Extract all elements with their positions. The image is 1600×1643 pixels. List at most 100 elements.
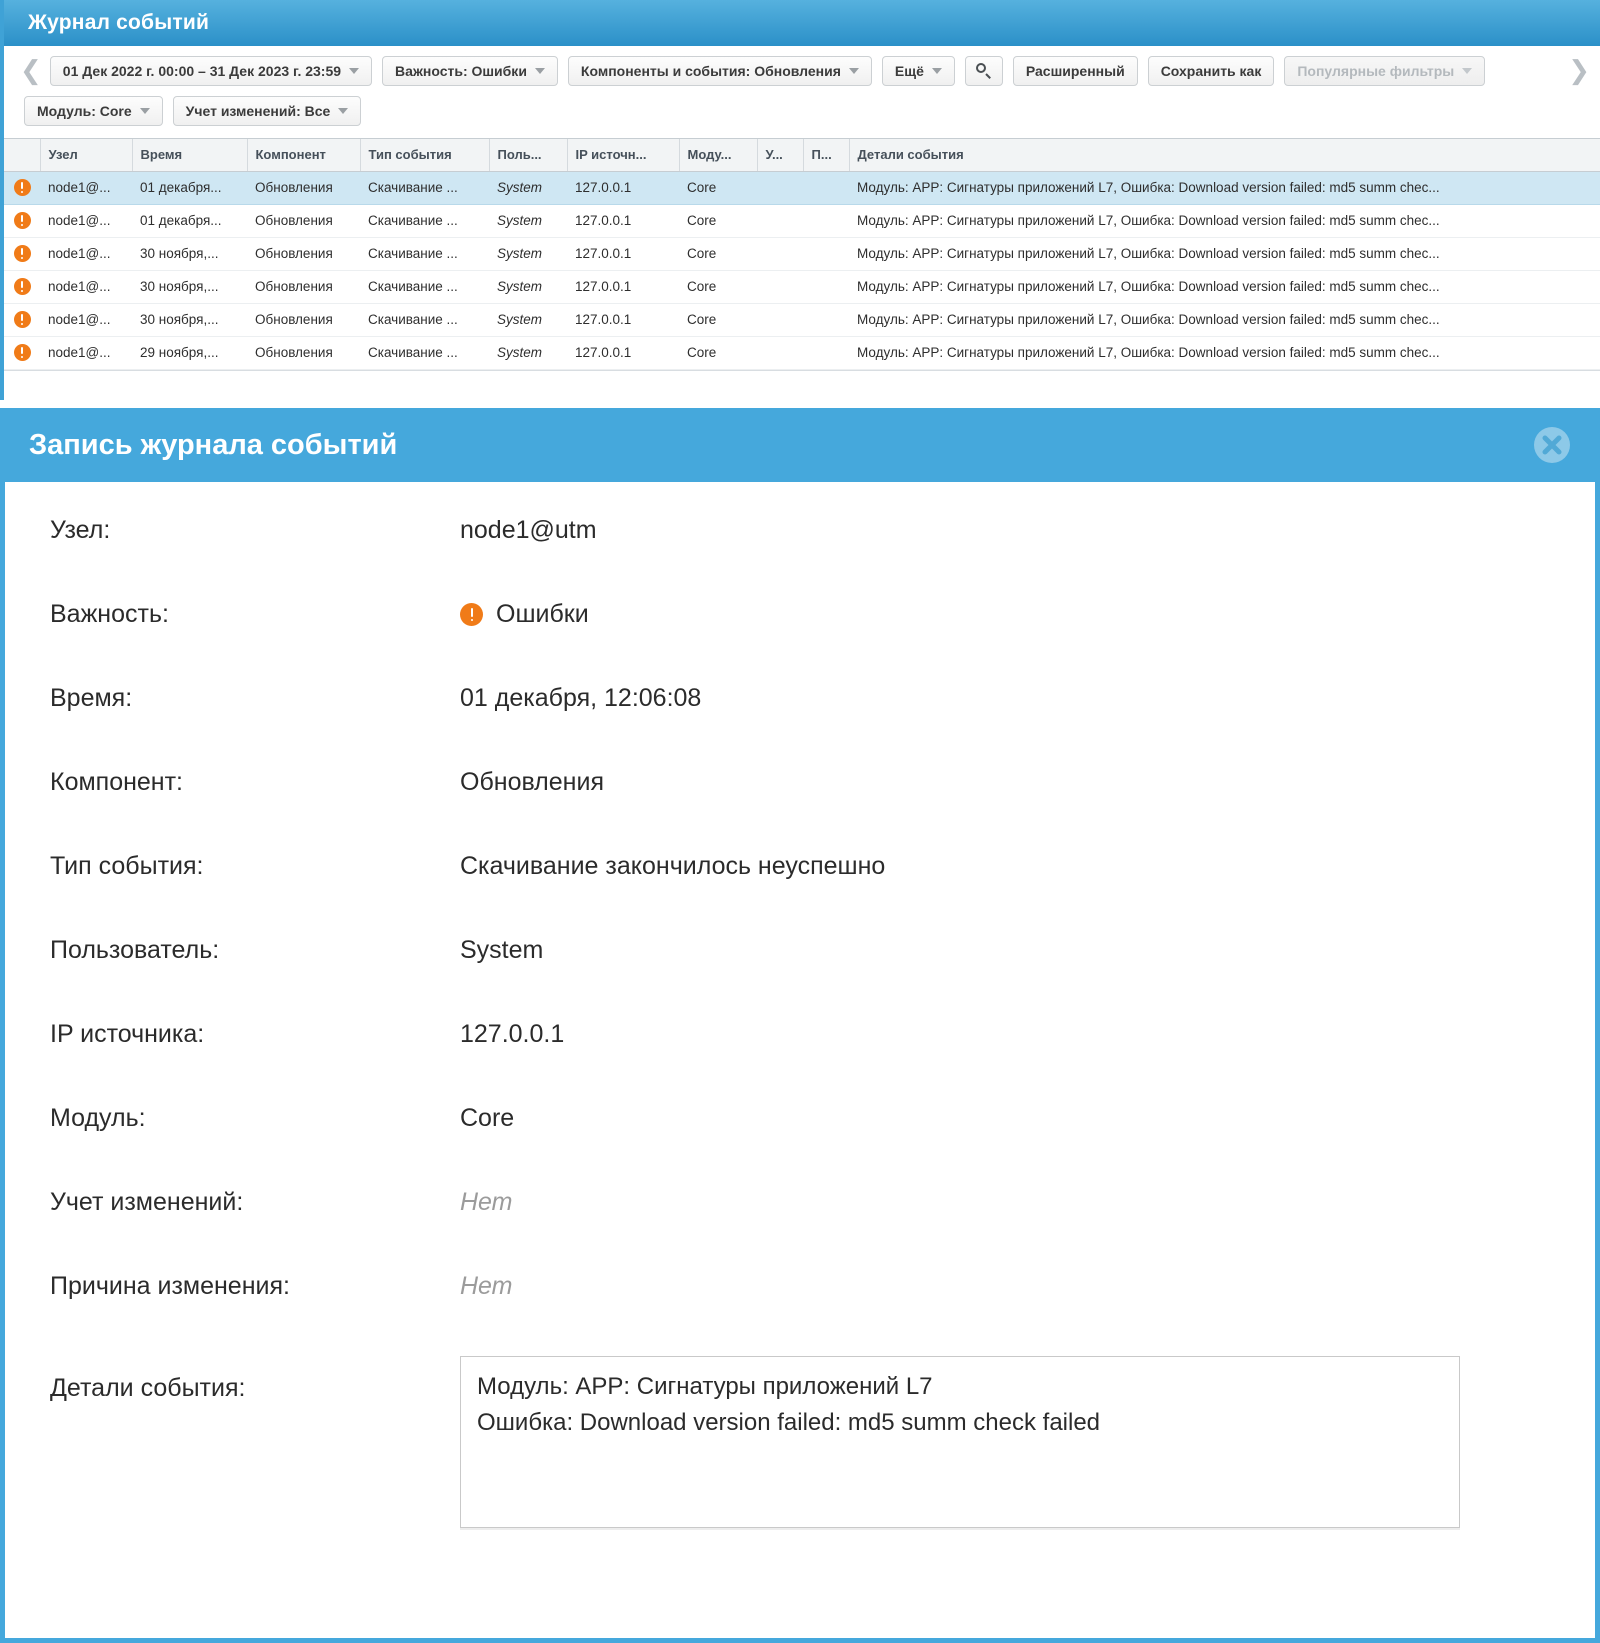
column-header-severity[interactable] [4, 139, 41, 172]
field-user-text: System [460, 936, 544, 964]
cell-reason [803, 336, 849, 370]
cell-reason [803, 303, 849, 337]
field-change-reason-text: Нет [460, 1272, 513, 1300]
cell-track [757, 204, 803, 238]
chevron-down-icon [534, 68, 545, 74]
field-change-tracking: Учет изменений: Нет [5, 1188, 1595, 1272]
cell-severity [4, 270, 40, 304]
event-log-grid: Узел Время Компонент Тип события Поль... IP и… [4, 138, 1600, 371]
search-button[interactable] [964, 56, 1003, 86]
table-row[interactable]: node1@... 29 ноября,... Обновления Скачиван… [4, 336, 1600, 370]
cell-ip: 127.0.0.1 [567, 303, 679, 337]
column-header-details[interactable]: Детали события [849, 139, 1600, 172]
field-time-text: 01 декабря, 12:06:08 [460, 684, 702, 712]
filter-components-events[interactable]: Компоненты и события: Обновления [567, 56, 872, 86]
close-circle-icon[interactable] [1533, 426, 1571, 464]
column-header-node[interactable]: Узел [40, 139, 133, 172]
cell-track [757, 303, 803, 337]
event-details-textbox[interactable]: Модуль: APP: Сигнатуры приложений L7 Оши… [460, 1356, 1460, 1528]
filter-severity[interactable]: Важность: Ошибки [382, 56, 558, 86]
cell-details: Модуль: APP: Сигнатуры приложений L7, Ош… [849, 336, 1600, 370]
field-module-label: Модуль: [50, 1104, 146, 1132]
field-source-ip-text: 127.0.0.1 [460, 1020, 565, 1048]
filter-date-range[interactable]: 01 Дек 2022 г. 00:00 – 31 Дек 2023 г. 23… [49, 56, 373, 86]
cell-module: Core [679, 237, 757, 271]
cell-track [757, 170, 803, 205]
cell-details: Модуль: APP: Сигнатуры приложений L7, Ош… [849, 237, 1600, 271]
filter-row-primary: ❮ 01 Дек 2022 г. 00:00 – 31 Дек 2023 г. … [4, 54, 1600, 88]
chevron-right-icon[interactable]: ❯ [1568, 58, 1590, 84]
error-icon [13, 278, 31, 295]
chevron-down-icon [139, 108, 150, 114]
cell-user: System [489, 336, 567, 370]
cell-module: Core [679, 336, 757, 370]
table-row[interactable]: node1@... 30 ноября,... Обновления Скачиван… [4, 270, 1600, 304]
error-icon [460, 603, 483, 626]
chevron-left-icon[interactable]: ❮ [20, 58, 42, 84]
cell-node: node1@... [40, 270, 132, 304]
cell-time: 30 ноября,... [132, 237, 247, 271]
field-change-reason-value: Нет [460, 1272, 513, 1301]
cell-severity [4, 303, 40, 337]
filter-change-tracking[interactable]: Учет изменений: Все [172, 96, 362, 126]
field-component-text: Обновления [460, 768, 604, 796]
table-row[interactable]: node1@... 01 декабря... Обновления Скачиван… [4, 204, 1600, 238]
event-record-dialog: Запись журнала событий Узел: node1@utm Важ… [0, 408, 1600, 1643]
save-as-button[interactable]: Сохранить как [1147, 56, 1275, 86]
column-header-reason[interactable]: П... [803, 139, 850, 172]
field-component-label: Компонент: [50, 768, 184, 796]
field-node-value: node1@utm [460, 516, 597, 545]
filter-module[interactable]: Модуль: Core [24, 96, 163, 126]
field-change-reason: Причина изменения: Нет [5, 1272, 1595, 1356]
field-severity-text: Ошибки [496, 600, 589, 628]
cell-component: Обновления [247, 170, 360, 205]
column-header-component[interactable]: Компонент [247, 139, 361, 172]
table-row[interactable]: node1@... 30 ноября,... Обновления Скачиван… [4, 237, 1600, 271]
popular-filters-label: Популярные фильтры [1297, 63, 1455, 79]
cell-ip: 127.0.0.1 [567, 336, 679, 370]
chevron-down-icon [1462, 68, 1473, 74]
cell-reason [803, 204, 849, 238]
chevron-down-icon [931, 68, 942, 74]
cell-details: Модуль: APP: Сигнатуры приложений L7, Ош… [849, 270, 1600, 304]
cell-time: 30 ноября,... [132, 303, 247, 337]
cell-ip: 127.0.0.1 [567, 204, 679, 238]
cell-user: System [489, 170, 567, 205]
cell-node: node1@... [40, 303, 132, 337]
cell-type: Скачивание ... [360, 303, 489, 337]
field-component-value: Обновления [460, 768, 604, 797]
column-header-track[interactable]: У... [757, 139, 804, 172]
table-header-row: Узел Время Компонент Тип события Поль... IP и… [4, 139, 1600, 172]
column-header-type[interactable]: Тип события [360, 139, 490, 172]
error-icon [13, 179, 31, 196]
field-module-text: Core [460, 1104, 515, 1132]
table-header: Узел Время Компонент Тип события Поль... IP и… [4, 139, 1600, 172]
column-header-user[interactable]: Поль... [489, 139, 568, 172]
field-time: Время: 01 декабря, 12:06:08 [5, 684, 1595, 768]
cell-time: 01 декабря... [132, 204, 247, 238]
cell-type: Скачивание ... [360, 270, 489, 304]
error-icon [13, 344, 31, 361]
column-header-time[interactable]: Время [132, 139, 248, 172]
chevron-down-icon [338, 108, 349, 114]
field-node-text: node1@utm [460, 516, 597, 544]
error-icon [13, 212, 31, 229]
cell-ip: 127.0.0.1 [567, 237, 679, 271]
advanced-button[interactable]: Расширенный [1012, 56, 1138, 86]
filter-more[interactable]: Ещё [881, 56, 955, 86]
column-header-module[interactable]: Моду... [679, 139, 758, 172]
field-module-value: Core [460, 1104, 514, 1133]
cell-module: Core [679, 204, 757, 238]
filter-bar: ❮ 01 Дек 2022 г. 00:00 – 31 Дек 2023 г. … [4, 46, 1600, 134]
cell-details: Модуль: APP: Сигнатуры приложений L7, Ош… [849, 170, 1600, 205]
column-header-ip[interactable]: IP источн... [567, 139, 680, 172]
field-event-type-text: Скачивание закончилось неуспешно [460, 852, 886, 880]
field-event-type-value: Скачивание закончилось неуспешно [460, 852, 885, 881]
table-row[interactable]: node1@... 30 ноября,... Обновления Скачиван… [4, 303, 1600, 337]
field-source-ip: IP источника: 127.0.0.1 [5, 1020, 1595, 1104]
cell-details: Модуль: APP: Сигнатуры приложений L7, Ош… [849, 303, 1600, 337]
table-row[interactable]: node1@... 01 декабря... Обновления Скачиван… [4, 170, 1600, 205]
field-change-tracking-text: Нет [460, 1188, 513, 1216]
cell-component: Обновления [247, 336, 360, 370]
event-log-panel: Журнал событий ❮ 01 Дек 2022 г. 00:00 – … [0, 0, 1600, 400]
